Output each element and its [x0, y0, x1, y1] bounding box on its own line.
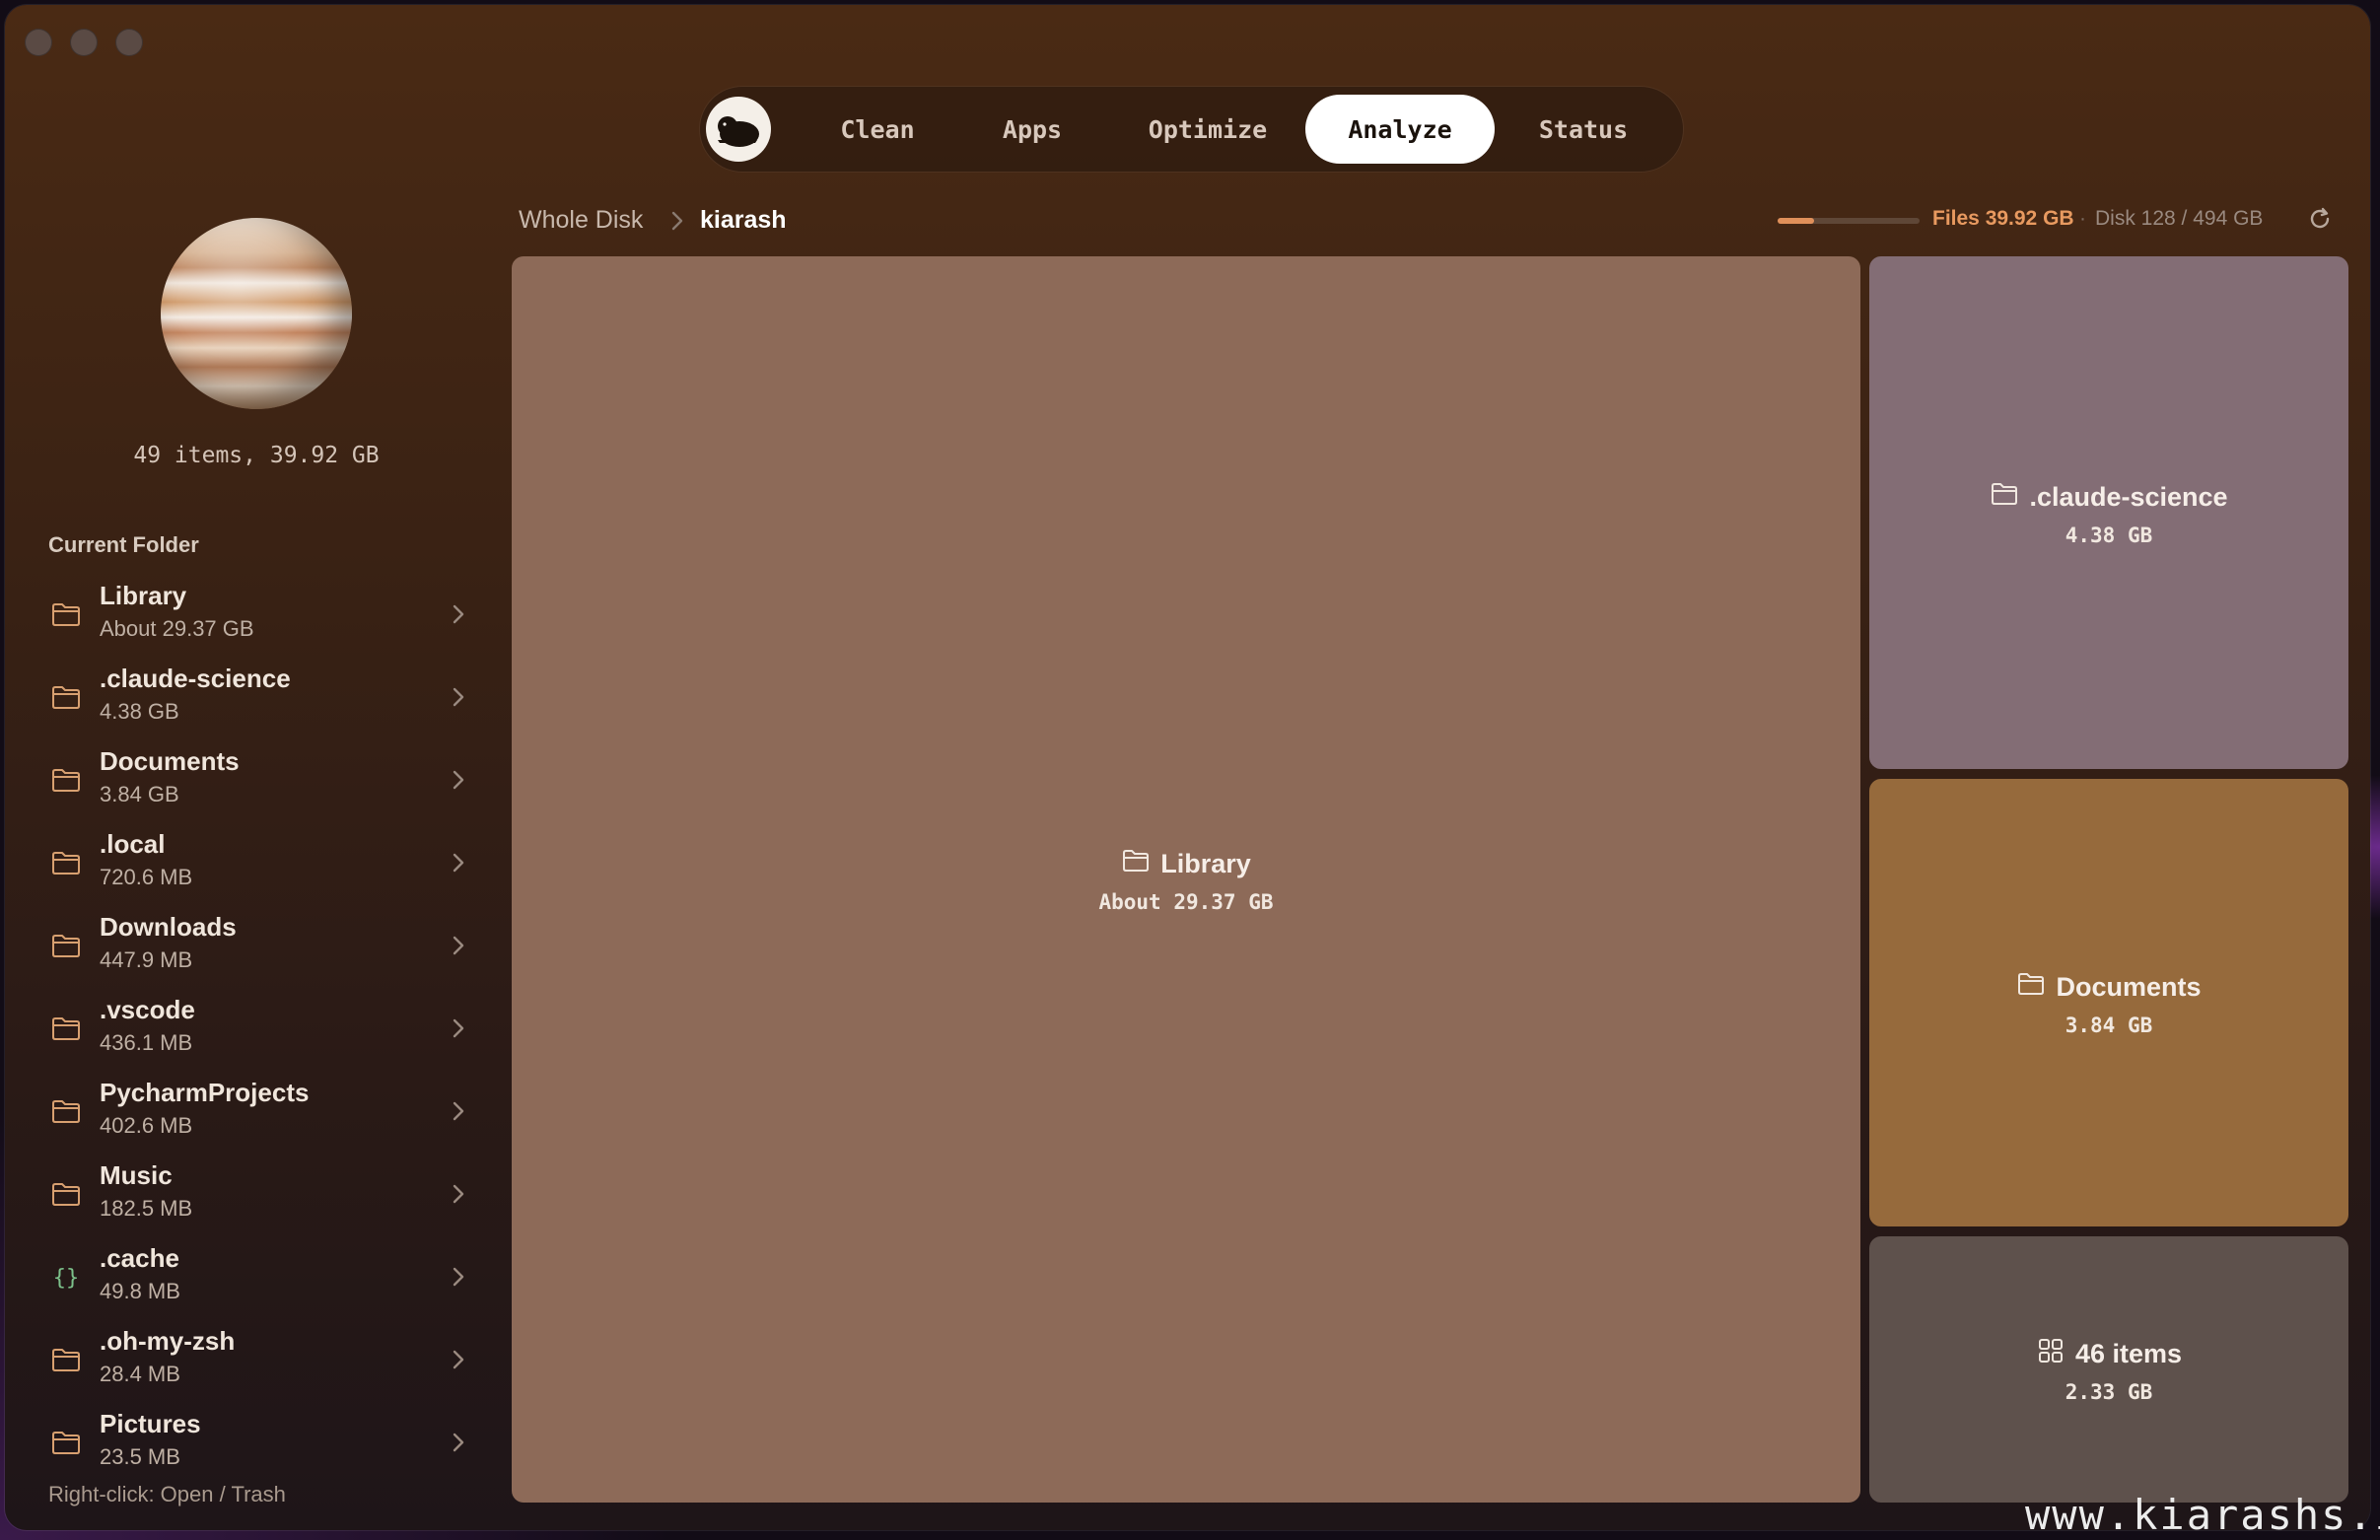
usage-separator: ·	[2079, 207, 2086, 230]
treemap-tile-documents[interactable]: Documents 3.84 GB	[1869, 779, 2348, 1226]
watermark: www.kiarashs.ir	[2025, 1491, 2380, 1539]
tab-apps[interactable]: Apps	[969, 95, 1095, 164]
refresh-icon[interactable]	[2305, 204, 2335, 234]
treemap-tile-name: .claude-science	[2029, 481, 2228, 512]
folder-icon	[1121, 846, 1151, 882]
folder-icon	[50, 1095, 82, 1127]
folder-icon	[2016, 969, 2046, 1006]
tab-clean[interactable]: Clean	[801, 95, 954, 164]
folder-name: .local	[100, 829, 166, 859]
treemap-tile-name: 46 items	[2074, 1338, 2183, 1368]
folder-size: 23.5 MB	[100, 1444, 180, 1469]
folder-size: 436.1 MB	[100, 1030, 193, 1055]
breadcrumb-root[interactable]: Whole Disk	[519, 206, 643, 235]
folder-icon	[50, 764, 82, 796]
folder-size: 182.5 MB	[100, 1196, 193, 1221]
tab-analyze[interactable]: Analyze	[1305, 95, 1495, 164]
chevron-right-icon[interactable]	[447, 1180, 470, 1208]
chevron-right-icon[interactable]	[447, 1097, 470, 1125]
tab-status[interactable]: Status	[1505, 95, 1661, 164]
treemap-tile-size: 3.84 GB	[2065, 1013, 2153, 1037]
folder-list-item[interactable]: Pictures 23.5 MB	[42, 1405, 476, 1484]
folder-icon	[50, 1427, 82, 1458]
chevron-right-icon[interactable]	[447, 1429, 470, 1456]
breadcrumb-chevron-icon	[667, 208, 687, 234]
folder-size: 3.84 GB	[100, 782, 179, 806]
folder-list-item[interactable]: {} .cache 49.8 MB	[42, 1239, 476, 1318]
treemap-tile-size: 4.38 GB	[2065, 523, 2153, 547]
folder-list-item[interactable]: Downloads 447.9 MB	[42, 908, 476, 987]
tab-optimize[interactable]: Optimize	[1109, 95, 1306, 164]
folder-icon	[50, 681, 82, 713]
chevron-right-icon[interactable]	[447, 849, 470, 876]
folder-name: .claude-science	[100, 664, 291, 693]
app-logo-icon	[706, 97, 771, 162]
treemap-tile-name: Library	[1160, 848, 1251, 878]
chevron-right-icon[interactable]	[447, 683, 470, 711]
folder-icon	[50, 598, 82, 630]
zoom-button[interactable]	[115, 29, 143, 56]
folder-icon	[50, 1344, 82, 1375]
braces-icon: {}	[50, 1261, 82, 1293]
folder-list-item[interactable]: PycharmProjects 402.6 MB	[42, 1074, 476, 1153]
files-size-label: Files 39.92 GB	[1932, 207, 2074, 230]
minimize-button[interactable]	[70, 29, 98, 56]
folder-name: Pictures	[100, 1409, 201, 1438]
folder-name: Library	[100, 581, 187, 610]
chevron-right-icon[interactable]	[447, 932, 470, 959]
context-hint: Right-click: Open / Trash	[48, 1482, 286, 1506]
usage-progress-fill	[1778, 218, 1815, 224]
folder-size: 28.4 MB	[100, 1362, 180, 1386]
folder-summary: 49 items, 39.92 GB	[133, 443, 380, 468]
folder-icon	[50, 930, 82, 961]
folder-name: .vscode	[100, 995, 195, 1024]
folder-name: .cache	[100, 1243, 179, 1273]
folder-list-item[interactable]: .vscode 436.1 MB	[42, 991, 476, 1070]
folder-icon	[50, 1178, 82, 1210]
chevron-right-icon[interactable]	[447, 1346, 470, 1373]
folder-icon	[50, 1013, 82, 1044]
chevron-right-icon[interactable]	[447, 1263, 470, 1291]
treemap-tile-name: Documents	[2056, 971, 2202, 1002]
folder-list-item[interactable]: Documents 3.84 GB	[42, 742, 476, 821]
chevron-right-icon[interactable]	[447, 1015, 470, 1042]
close-button[interactable]	[25, 29, 52, 56]
folder-name: PycharmProjects	[100, 1078, 310, 1107]
treemap-tile-claude-science[interactable]: .claude-science 4.38 GB	[1869, 256, 2348, 769]
treemap-tile-size: About 29.37 GB	[1098, 889, 1274, 914]
svg-text:{}: {}	[53, 1266, 80, 1291]
folder-size: 447.9 MB	[100, 947, 193, 972]
planet-image	[161, 218, 352, 409]
treemap-tile-size: 2.33 GB	[2065, 1379, 2153, 1404]
folder-size: 4.38 GB	[100, 699, 179, 724]
folder-size: 49.8 MB	[100, 1279, 180, 1303]
folder-name: Documents	[100, 746, 240, 776]
app-window: Clean Apps Optimize Analyze Status 49 it…	[5, 5, 2370, 1530]
folder-name: Music	[100, 1160, 173, 1190]
chevron-right-icon[interactable]	[447, 600, 470, 628]
folder-list-item[interactable]: Library About 29.37 GB	[42, 577, 476, 656]
section-title: Current Folder	[48, 532, 199, 557]
folder-list-item[interactable]: .claude-science 4.38 GB	[42, 660, 476, 738]
folder-list-item[interactable]: Music 182.5 MB	[42, 1156, 476, 1235]
folder-list-item[interactable]: .local 720.6 MB	[42, 825, 476, 904]
folder-name: .oh-my-zsh	[100, 1326, 236, 1356]
treemap-tile-library[interactable]: Library About 29.37 GB	[512, 256, 1860, 1503]
folder-size: About 29.37 GB	[100, 616, 254, 641]
breadcrumb-current: kiarash	[700, 206, 787, 234]
grid-icon	[2036, 1336, 2065, 1372]
chevron-right-icon[interactable]	[447, 766, 470, 794]
folder-size: 720.6 MB	[100, 865, 193, 889]
disk-usage-label: Disk 128 / 494 GB	[2095, 207, 2264, 230]
folder-size: 402.6 MB	[100, 1113, 193, 1138]
folder-icon	[1990, 479, 2019, 516]
folder-list-item[interactable]: .oh-my-zsh 28.4 MB	[42, 1322, 476, 1401]
folder-name: Downloads	[100, 912, 237, 942]
usage-progress-bar	[1778, 218, 1920, 224]
treemap-tile-other-items[interactable]: 46 items 2.33 GB	[1869, 1236, 2348, 1503]
folder-icon	[50, 847, 82, 878]
